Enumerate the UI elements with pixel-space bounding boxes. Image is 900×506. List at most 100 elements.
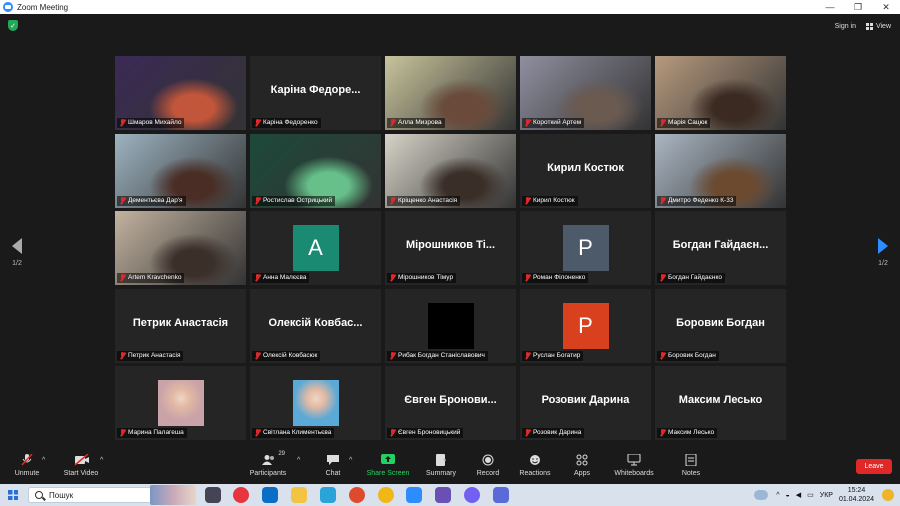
muted-mic-icon [254,274,261,282]
participant-profile-photo [157,380,204,426]
start-video-button[interactable]: Start Video [59,453,103,477]
record-button[interactable]: Record [466,454,510,477]
participant-tile[interactable]: Каріна Федоре... Каріна Федоренко [250,56,381,130]
view-button[interactable]: View [863,18,894,34]
notes-button[interactable]: Notes [669,453,713,477]
participant-tile[interactable]: Дементьєва Дар'я [115,133,246,208]
participant-tile[interactable]: Мірошников Ті... Мірошников Тімур [385,211,516,285]
leave-button[interactable]: Leave [856,459,892,474]
wifi-icon[interactable]: ◒ [786,492,790,499]
participant-name-label: Світлана Климентьєва [252,428,335,438]
video-options-caret[interactable]: ^ [100,457,103,464]
encryption-shield-icon[interactable]: ✓ [8,20,18,31]
participant-name: Короткий Артем [533,119,582,126]
muted-mic-icon [119,196,126,205]
reactions-smiley-icon [528,454,542,466]
muted-mic-icon [524,429,531,437]
participant-tile[interactable]: Кирил Костюк Кирил Костюк [520,133,651,208]
participant-tile[interactable]: Євген Бронови... Євген Броновицький [385,366,516,440]
participant-name-label: Боровик Богдан [657,350,719,361]
participant-tile[interactable]: Алла Мизрова [385,56,516,130]
participant-tile[interactable]: Максим Лесько Максим Лесько [655,366,786,440]
sign-in-button[interactable]: Sign in [831,18,860,34]
participant-name: Роман Філоненко [533,274,586,281]
muted-mic-icon [659,274,666,282]
participant-avatar [427,302,474,349]
participant-tile[interactable]: P Роман Філоненко [520,211,651,285]
participants-button[interactable]: 29 Participants [246,451,290,477]
participant-tile[interactable]: Світлана Климентьєва [250,366,381,440]
apps-button[interactable]: Apps [560,454,604,477]
participant-tile[interactable]: Кріщенко Анастасія [385,133,516,208]
participant-name: Максим Лесько [668,429,715,436]
summary-button[interactable]: Summary [419,454,463,477]
participant-tile[interactable]: Марія Сацюк [655,56,786,130]
viber-icon[interactable] [464,487,480,503]
notes-icon [684,453,698,467]
windows-start-icon[interactable] [8,490,18,500]
close-button[interactable]: ✕ [872,0,900,14]
participant-tile[interactable]: Дмитро Феденко К-33 [655,133,786,208]
participant-tile[interactable]: A Анна Малєєва [250,211,381,285]
page-indicator-right: 1/2 [878,260,888,267]
notifications-icon[interactable] [882,489,894,501]
muted-mic-icon [119,119,126,127]
participant-tile[interactable]: Петрик Анастасія Петрик Анастасія [115,288,246,363]
tray-chevron-icon[interactable]: ^ [776,492,779,499]
maximize-button[interactable]: ❐ [844,0,872,14]
grid-view-icon [865,22,873,30]
edge-browser-icon[interactable] [262,487,278,503]
audio-options-caret[interactable]: ^ [42,457,45,464]
participant-display-name: Каріна Федоре... [270,84,361,96]
participant-name: Петрик Анастасія [128,351,181,359]
chrome-icon[interactable] [378,487,394,503]
chrome-red-icon[interactable] [349,487,365,503]
muted-mic-icon [659,196,666,205]
participant-name-label: Короткий Артем [522,118,585,128]
participant-tile[interactable]: Боровик Богдан Боровик Богдан [655,288,786,363]
participant-name: Алла Мизрова [398,119,442,126]
video-off-icon [74,453,89,466]
volume-icon[interactable]: ◀ [796,491,801,499]
minimize-button[interactable]: — [816,0,844,14]
telegram-icon[interactable] [320,487,336,503]
participant-tile[interactable]: Олексій Ковбас... Олексій Ковбасюк [250,288,381,363]
participant-name-label: Каріна Федоренко [252,118,321,128]
zoom-taskbar-icon[interactable] [406,487,422,503]
participant-tile[interactable]: Марина Палагеша [115,366,246,440]
chat-bubble-icon [326,454,340,466]
file-explorer-icon[interactable] [291,487,307,503]
participant-tile[interactable]: Богдан Гайдаєн... Богдан Гайдаєнко [655,211,786,285]
reactions-button[interactable]: Reactions [513,454,557,477]
participant-name: Каріна Федоренко [263,119,318,126]
opera-browser-icon[interactable] [233,487,249,503]
participant-name: Кріщенко Анастасія [398,196,458,204]
task-view-icon[interactable] [205,487,221,503]
next-page-button[interactable]: 1/2 [873,238,893,267]
participant-tile[interactable]: Ростислав Острицький [250,133,381,208]
share-screen-button[interactable]: Share Screen [366,454,410,477]
whiteboards-button[interactable]: Whiteboards [612,453,656,477]
taskbar-clock[interactable]: 15:24 01.04.2024 [839,486,874,504]
notes-app-icon[interactable] [435,487,451,503]
participant-avatar: P [562,225,609,271]
participant-tile[interactable]: Розовик Дарина Розовик Дарина [520,366,651,440]
participant-tile[interactable]: Artem Kravchenko [115,211,246,285]
participant-tile[interactable]: Рибак Богдан Станіславович [385,288,516,363]
participant-name: Марія Сацюк [668,119,708,126]
participant-display-name: Мірошников Ті... [405,239,496,251]
participant-tile[interactable]: P Руслан Богатир [520,288,651,363]
participant-tile[interactable]: Короткий Артем [520,56,651,130]
window-controls: — ❐ ✕ [816,0,900,14]
previous-page-button[interactable]: 1/2 [7,238,27,267]
chat-options-caret[interactable]: ^ [349,457,352,464]
participants-label: Participants [249,470,287,477]
participant-name-label: Дмитро Феденко К-33 [657,195,737,206]
participant-tile[interactable]: Шмаров Михайло [115,56,246,130]
messenger-icon[interactable] [493,487,509,503]
language-indicator[interactable]: УКР [820,492,833,499]
participants-options-caret[interactable]: ^ [297,457,300,464]
weather-icon[interactable] [754,490,769,500]
muted-mic-icon [254,196,261,205]
battery-icon[interactable]: ▭ [807,491,814,499]
